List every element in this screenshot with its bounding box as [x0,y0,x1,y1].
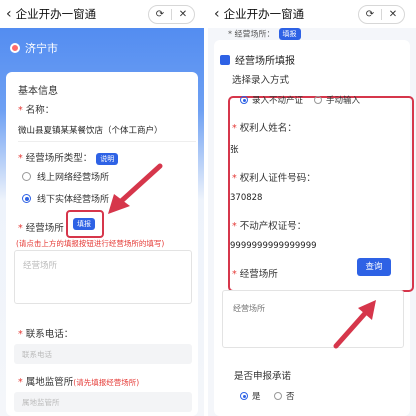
radio-dot [22,172,31,181]
mode-label: 选择录入方式 [232,75,290,86]
idno-label: * 权利人证件号码： [232,173,316,184]
right-screen: ‹ 企业开办一窗通 ⟳ ✕ * 经营场所： 填报 经营场所填报 选择录入方式 录入… [208,0,416,416]
name-label: * 名称： [18,105,55,116]
back-arrow-icon[interactable]: ‹ [6,7,12,21]
title-bar: ‹ 企业开办一窗通 ⟳ ✕ [208,0,416,28]
radio-offline[interactable]: 线下实体经营场所 [22,192,109,205]
capsule-menu: ⟳ ✕ [358,5,405,24]
city-name: 济宁市 [25,42,58,55]
radio-manual[interactable]: 手动输入 [314,94,360,106]
phone-label: * 联系电话： [18,329,74,340]
authority-input[interactable]: 属地监管所 [14,392,192,412]
cert-label: * 不动产权证号： [232,221,307,232]
radio-online[interactable]: 线上网络经营场所 [22,170,109,183]
basic-info-card: 基本信息 * 名称： 微山县夏镇某某餐饮店（个体工商户） * 经营场所类型： 说明 线… [6,72,198,416]
place-textarea[interactable]: 经营场所 [14,250,192,304]
radio-yes[interactable]: 是 [240,390,261,402]
radio-dot-selected [240,96,248,104]
radio-dot [314,96,322,104]
section-title: 基本信息 [18,86,58,97]
phone-input[interactable]: 联系电话 [14,344,192,364]
banner-label: * 经营场所： 填报 [228,28,301,40]
close-icon[interactable]: ✕ [172,9,194,20]
place-label: * 经营场所 [18,223,64,234]
radio-cert[interactable]: 录入不动产证 [240,94,303,106]
owner-label: * 权利人姓名： [232,123,297,134]
screenshot-stage: ‹ 企业开办一窗通 ⟳ ✕ 济宁市 基本信息 * 名称： 微山县夏镇某某餐饮店（个… [0,0,416,416]
place-hint: (请点击上方的填报按钮进行经营场所的填写) [16,239,165,248]
cert-input[interactable]: 9999999999999999 [230,238,402,256]
page-title: 企业开办一窗通 [223,7,305,21]
section-title: 经营场所填报 [220,52,295,67]
idno-input[interactable]: 370828 [230,190,402,208]
radio-dot [274,392,282,400]
annotation-arrow [108,163,163,214]
owner-input[interactable]: 张 [230,140,402,158]
back-arrow-icon[interactable]: ‹ [214,7,220,21]
capsule-menu: ⟳ ✕ [148,5,195,24]
authority-label: * 属地监管所(请先填报经营场所) [18,377,140,388]
fill-in-button[interactable]: 填报 [73,218,95,230]
refresh-icon[interactable]: ⟳ [149,9,171,20]
title-bar: ‹ 企业开办一窗通 ⟳ ✕ [0,0,204,28]
city-selector[interactable]: 济宁市 [10,40,58,56]
place-label: * 经营场所 [232,269,278,280]
annotation-arrow [333,300,376,349]
name-value[interactable]: 微山县夏镇某某餐饮店（个体工商户） [18,124,196,142]
radio-dot-selected [240,392,248,400]
left-screen: ‹ 企业开办一窗通 ⟳ ✕ 济宁市 基本信息 * 名称： 微山县夏镇某某餐饮店（个… [0,0,204,416]
refresh-icon[interactable]: ⟳ [359,9,381,20]
banner-strip: * 经营场所： 填报 [208,28,416,40]
location-pin-icon [10,43,20,53]
building-icon [220,54,230,65]
query-button[interactable]: 查询 [357,258,391,276]
close-icon[interactable]: ✕ [382,9,404,20]
radio-dot-selected [22,194,31,203]
page-title: 企业开办一窗通 [15,7,97,21]
commit-label: 是否申报承诺 [234,371,292,382]
radio-no[interactable]: 否 [274,390,295,402]
